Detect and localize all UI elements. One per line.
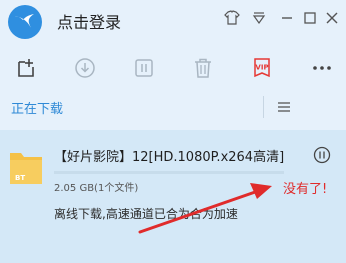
toolbar: VIP [0,50,346,86]
task-status: 离线下载,高速通道已合为合为加速 [54,207,238,221]
close-icon[interactable] [322,8,342,28]
title-bar: 点击登录 [0,0,346,42]
settings-dropdown-icon[interactable] [249,8,269,28]
pause-icon[interactable] [132,56,156,80]
annotation-text: 没有了! [283,182,328,197]
login-link[interactable]: 点击登录 [57,9,121,33]
maximize-icon[interactable] [300,8,320,28]
tab-downloading[interactable]: 正在下载 [11,98,63,117]
progress-bar [54,171,284,174]
tab-row: 正在下载 [0,92,346,122]
task-title: 【好片影院】12[HD.1080P.x264高清] [54,150,285,165]
svg-text:VIP: VIP [255,64,268,72]
file-type-label: BT [15,174,25,182]
more-icon[interactable] [310,56,334,80]
minimize-icon[interactable] [277,8,297,28]
skin-icon[interactable] [222,8,242,28]
bt-folder-icon: BT [10,153,42,184]
trash-icon[interactable] [191,56,215,80]
app-logo-icon[interactable] [7,4,43,40]
task-pause-icon[interactable] [313,146,331,164]
list-menu-icon[interactable] [276,99,292,115]
task-item[interactable]: BT 【好片影院】12[HD.1080P.x264高清] 2.05 GB(1个文… [0,130,346,263]
download-manager-window: 点击登录 VIP 正在下载 BT 【好片影院】12[HD.1080P.x264高… [0,0,346,263]
vip-icon[interactable]: VIP [250,56,274,80]
divider [263,96,264,118]
new-task-icon[interactable] [15,56,39,80]
download-start-icon[interactable] [73,56,97,80]
task-size: 2.05 GB(1个文件) [54,183,139,194]
